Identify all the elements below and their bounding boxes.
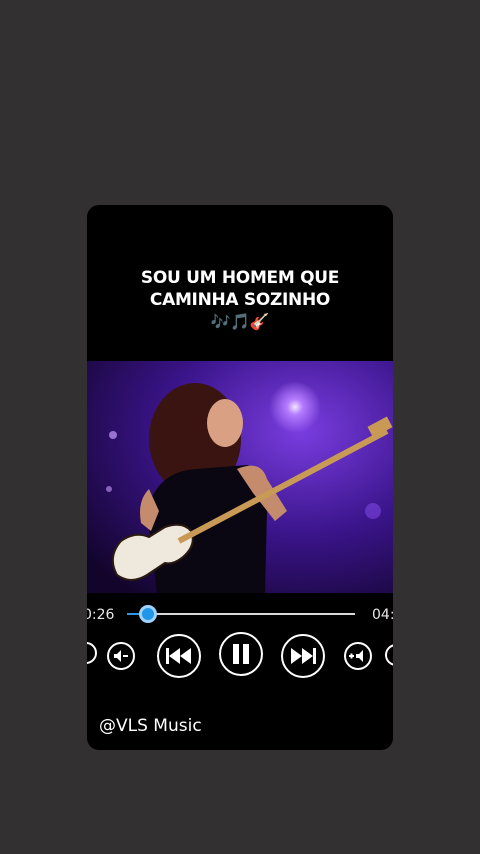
total-time: 04:4 (372, 607, 393, 623)
pause-icon (233, 644, 249, 664)
lyric-caption: SOU UM HOMEM QUE CAMINHA SOZINHO 🎶🎵🎸 (87, 267, 393, 332)
next-button[interactable] (281, 634, 325, 678)
music-emoji: 🎶🎵🎸 (210, 312, 270, 331)
previous-button[interactable] (157, 634, 201, 678)
volume-down-button[interactable] (107, 642, 135, 670)
volume-up-button[interactable] (344, 642, 372, 670)
previous-icon (166, 648, 191, 664)
edge-right-icon[interactable] (385, 644, 393, 666)
seek-bar[interactable] (127, 605, 355, 623)
caption-line-1: SOU UM HOMEM QUE (140, 268, 340, 288)
caption-line-2: CAMINHA SOZINHO (149, 290, 331, 310)
volume-down-icon (114, 650, 128, 662)
concert-video-frame[interactable] (87, 361, 393, 593)
current-time: 0:26 (87, 607, 115, 623)
next-icon (291, 648, 316, 664)
seek-thumb[interactable] (138, 605, 157, 623)
volume-up-icon (349, 650, 363, 662)
pause-button[interactable] (219, 632, 263, 676)
stage-light (269, 381, 321, 433)
channel-credit: @VLS Music (99, 716, 202, 736)
edge-left-icon[interactable] (87, 642, 97, 664)
video-card: SOU UM HOMEM QUE CAMINHA SOZINHO 🎶🎵🎸 0:2… (87, 205, 393, 750)
